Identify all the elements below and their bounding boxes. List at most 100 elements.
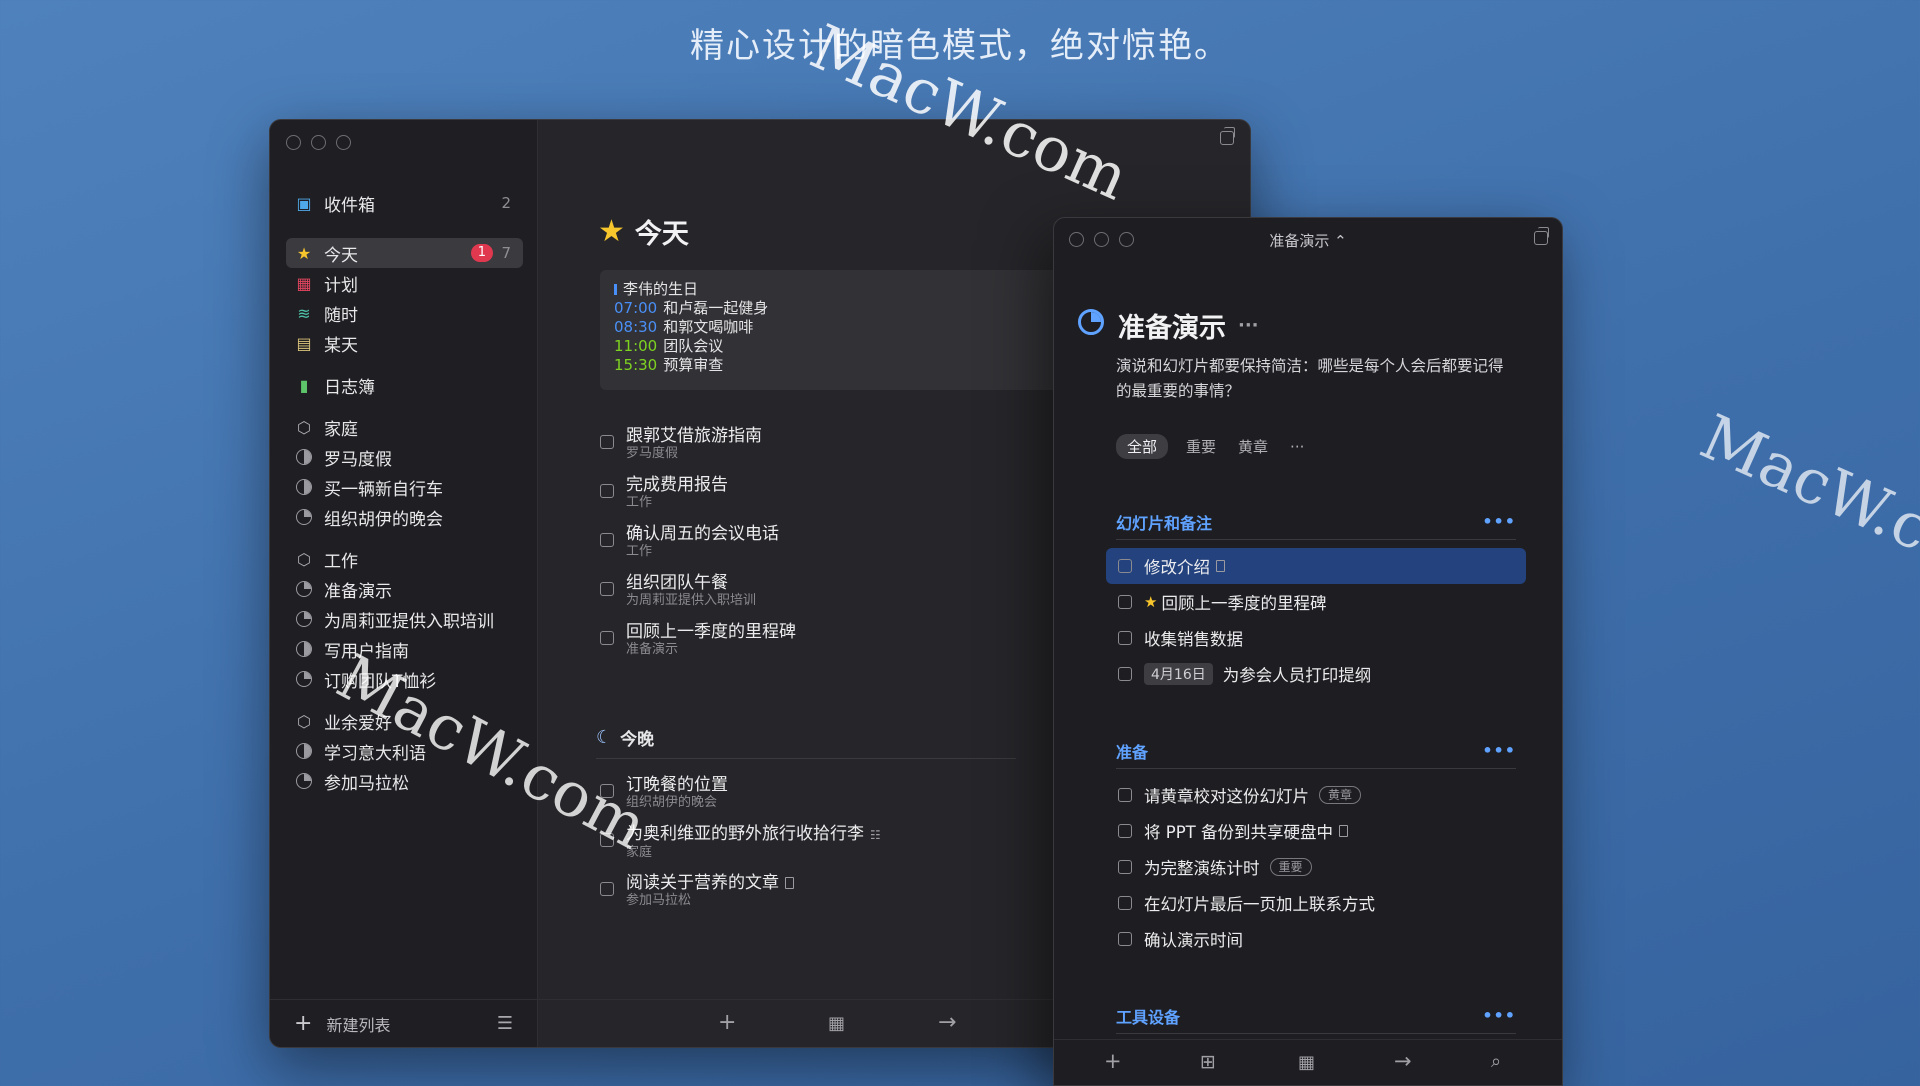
task-checkbox[interactable]	[600, 533, 614, 547]
section-slides: 幻灯片和备注 ••• 修改介绍 ★ 回顾上一季度的里程碑 收集销售数据 4月16…	[1106, 504, 1526, 692]
section-header[interactable]: 工具设备 •••	[1116, 998, 1516, 1034]
list-item[interactable]: 4月16日 为参会人员打印提纲	[1106, 656, 1526, 692]
more-icon[interactable]: •••	[1482, 741, 1516, 760]
layers-icon: ≋	[297, 303, 311, 323]
sidebar-area-work[interactable]: ⬡ 工作	[286, 544, 523, 574]
sidebar-project-rome[interactable]: 罗马度假	[286, 442, 523, 472]
calendar-icon[interactable]: ▦	[828, 1013, 845, 1034]
list-item[interactable]: 确认周五的会议电话 工作	[598, 518, 1058, 567]
list-item[interactable]: 将 PPT 备份到共享硬盘中	[1106, 813, 1526, 849]
task-checkbox[interactable]	[1118, 631, 1132, 645]
project-window: 准备演示 ⌃ 准备演示 ··· 演说和幻灯片都要保持简洁：哪些是每个人会后都要记…	[1053, 217, 1563, 1086]
sidebar-item-someday[interactable]: ▤ 某天	[286, 328, 523, 358]
project-progress-icon	[1078, 309, 1104, 335]
sidebar-project-guide[interactable]: 写用户指南	[286, 634, 523, 664]
sidebar-area-hobby[interactable]: ⬡ 业余爱好	[286, 706, 523, 736]
move-arrow-icon[interactable]: →	[1394, 1049, 1412, 1073]
sidebar-item-inbox[interactable]: ▣ 收件箱 2	[286, 188, 523, 218]
sidebar-item-anytime[interactable]: ≋ 随时	[286, 298, 523, 328]
section-header[interactable]: 幻灯片和备注 •••	[1116, 504, 1516, 540]
task-checkbox[interactable]	[600, 833, 614, 847]
section-equipment: 工具设备 •••	[1116, 998, 1516, 1034]
list-item[interactable]: 在幻灯片最后一页加上联系方式	[1106, 885, 1526, 921]
calendar-event: 15:30 预算审查	[614, 356, 724, 374]
calendar-icon[interactable]: ▦	[1298, 1052, 1315, 1073]
sidebar-project-party[interactable]: 组织胡伊的晚会	[286, 502, 523, 532]
sidebar-project-bike[interactable]: 买一辆新自行车	[286, 472, 523, 502]
minimize-button[interactable]	[311, 135, 326, 150]
task-checkbox[interactable]	[1118, 824, 1132, 838]
filter-settings-icon[interactable]: ☰	[497, 1013, 513, 1034]
plus-icon[interactable]: +	[294, 1011, 312, 1036]
close-button[interactable]	[286, 135, 301, 150]
duplicate-window-icon[interactable]	[1220, 127, 1235, 145]
calendar-events[interactable]: 李伟的生日 07:00 和卢磊一起健身 08:30 和郭文喝咖啡 11:00 团队会议…	[600, 270, 1070, 390]
calendar-event: 07:00 和卢磊一起健身	[614, 299, 769, 317]
section-header[interactable]: 准备 •••	[1116, 733, 1516, 769]
today-task-list: 跟郭艾借旅游指南 罗马度假 完成费用报告 工作 确认周五的会议电话 工作 组织团队午餐…	[598, 420, 1058, 665]
list-item[interactable]: 组织团队午餐 为周莉亚提供入职培训	[598, 567, 1058, 616]
area-cube-icon: ⬡	[297, 417, 311, 437]
sidebar-project-marathon[interactable]: 参加马拉松	[286, 766, 523, 796]
task-checkbox[interactable]	[600, 484, 614, 498]
more-icon[interactable]: •••	[1482, 512, 1516, 531]
tag-filter-important[interactable]: 重要	[1182, 434, 1220, 459]
calendar-icon: ▦	[296, 273, 312, 293]
task-checkbox[interactable]	[1118, 667, 1132, 681]
project-notes[interactable]: 演说和幻灯片都要保持简洁：哪些是每个人会后都要记得的最重要的事情？	[1116, 354, 1516, 404]
sidebar-item-logbook[interactable]: ▮ 日志簿	[286, 370, 523, 400]
list-item[interactable]: 收集销售数据	[1106, 620, 1526, 656]
zoom-button[interactable]	[336, 135, 351, 150]
sidebar-item-today[interactable]: ★ 今天 1 7	[286, 238, 523, 268]
window-title[interactable]: 准备演示 ⌃	[1054, 230, 1562, 251]
project-progress-icon	[296, 509, 312, 525]
task-checkbox[interactable]	[600, 435, 614, 449]
list-item[interactable]: 阅读关于营养的文章 参加马拉松	[598, 867, 1058, 916]
new-list-button[interactable]: 新建列表	[326, 1012, 390, 1036]
project-progress-icon	[296, 641, 312, 657]
sidebar-project-presentation[interactable]: 准备演示	[286, 574, 523, 604]
task-checkbox[interactable]	[600, 784, 614, 798]
project-progress-icon	[296, 479, 312, 495]
duplicate-window-icon[interactable]	[1534, 227, 1549, 245]
list-item[interactable]: 订晚餐的位置 组织胡伊的晚会	[598, 769, 1058, 818]
tag-filter-huangzhang[interactable]: 黄章	[1234, 434, 1272, 459]
add-heading-icon[interactable]: ⊞	[1200, 1051, 1216, 1073]
list-item[interactable]: 为完整演练计时 重要	[1106, 849, 1526, 885]
list-item[interactable]: 修改介绍	[1106, 548, 1526, 584]
task-checkbox[interactable]	[600, 882, 614, 896]
task-checkbox[interactable]	[1118, 932, 1132, 946]
task-checkbox[interactable]	[600, 582, 614, 596]
list-item[interactable]: 确认演示时间	[1106, 921, 1526, 957]
add-task-icon[interactable]: +	[1104, 1049, 1122, 1073]
list-item[interactable]: 回顾上一季度的里程碑 准备演示	[598, 616, 1058, 665]
sidebar-project-onboarding[interactable]: 为周莉亚提供入职培训	[286, 604, 523, 634]
window-controls[interactable]	[286, 135, 351, 150]
more-icon[interactable]: •••	[1482, 1006, 1516, 1025]
move-arrow-icon[interactable]: →	[938, 1010, 956, 1035]
sidebar-footer: + 新建列表 ☰	[270, 999, 537, 1047]
sidebar-item-upcoming[interactable]: ▦ 计划	[286, 268, 523, 298]
search-icon[interactable]: ⌕	[1491, 1051, 1501, 1072]
task-checkbox[interactable]	[1118, 559, 1132, 573]
tag-filter-all[interactable]: 全部	[1116, 434, 1169, 459]
list-item[interactable]: 为奥利维亚的野外旅行收拾行李 ☷ 家庭	[598, 818, 1058, 867]
tag-filter-more[interactable]: ···	[1286, 436, 1308, 458]
star-icon: ★	[598, 214, 625, 249]
task-checkbox[interactable]	[1118, 896, 1132, 910]
section-prep: 准备 ••• 请黄章校对这份幻灯片 黄章 将 PPT 备份到共享硬盘中 为完整演…	[1116, 733, 1516, 957]
add-task-icon[interactable]: +	[718, 1010, 736, 1035]
sidebar-project-tshirts[interactable]: 订购团队T恤衫	[286, 664, 523, 694]
task-checkbox[interactable]	[600, 631, 614, 645]
task-checkbox[interactable]	[1118, 595, 1132, 609]
list-item[interactable]: 跟郭艾借旅游指南 罗马度假	[598, 420, 1058, 469]
sidebar-project-italian[interactable]: 学习意大利语	[286, 736, 523, 766]
more-icon[interactable]: ···	[1238, 315, 1259, 336]
list-item[interactable]: 请黄章校对这份幻灯片 黄章	[1106, 777, 1526, 813]
list-item[interactable]: ★ 回顾上一季度的里程碑	[1106, 584, 1526, 620]
page-title: ★ 今天	[598, 214, 689, 250]
sidebar-area-home[interactable]: ⬡ 家庭	[286, 412, 523, 442]
task-checkbox[interactable]	[1118, 860, 1132, 874]
task-checkbox[interactable]	[1118, 788, 1132, 802]
list-item[interactable]: 完成费用报告 工作	[598, 469, 1058, 518]
